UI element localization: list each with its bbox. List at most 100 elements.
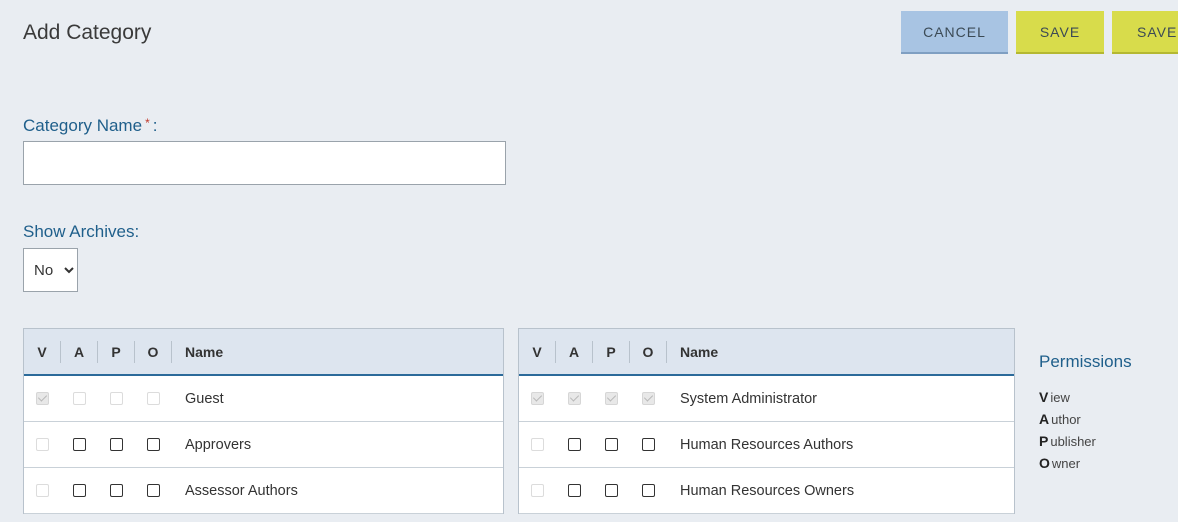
- group-name: Assessor Authors: [185, 482, 298, 499]
- legend-letter: V: [1039, 389, 1049, 405]
- permission-cell-owner: [630, 392, 667, 405]
- save-secondary-button[interactable]: SAVE: [1112, 11, 1178, 54]
- publisher-checkbox: [605, 392, 618, 405]
- label-colon: :: [152, 116, 158, 135]
- legend-title: Permissions: [1039, 352, 1132, 371]
- header-author: A: [556, 340, 593, 363]
- permission-cell-view: [24, 438, 61, 451]
- cancel-button[interactable]: CANCEL: [901, 11, 1008, 54]
- group-name: System Administrator: [680, 390, 817, 407]
- permission-cell-view: [24, 392, 61, 405]
- header-name: Name: [185, 343, 224, 360]
- permission-cell-owner: [135, 484, 172, 497]
- table-header: V A P O Name: [24, 329, 503, 376]
- group-name: Human Resources Authors: [680, 436, 854, 453]
- permission-cell-author: [61, 438, 98, 451]
- header-view: V: [519, 340, 556, 363]
- group-name: Guest: [185, 390, 224, 407]
- view-checkbox: [531, 438, 544, 451]
- owner-checkbox[interactable]: [147, 438, 160, 451]
- required-mark: *: [145, 116, 150, 130]
- author-checkbox[interactable]: [73, 484, 86, 497]
- group-name: Approvers: [185, 436, 252, 453]
- show-archives-select[interactable]: No: [23, 248, 78, 292]
- permission-cell-publisher: [593, 392, 630, 405]
- permission-cell-view: [519, 484, 556, 497]
- permissions-table-left: V A P O Name Guest Approvers Assessor Auth…: [23, 328, 504, 514]
- header-owner: O: [135, 340, 172, 363]
- header-author: A: [61, 340, 98, 363]
- author-checkbox[interactable]: [73, 438, 86, 451]
- owner-checkbox[interactable]: [147, 484, 160, 497]
- permissions-legend: Permissions View Author Publisher Owner: [1039, 352, 1132, 474]
- permission-cell-publisher: [98, 392, 135, 405]
- group-name: Human Resources Owners: [680, 482, 855, 499]
- table-row: Human Resources Authors: [519, 422, 1014, 468]
- author-checkbox[interactable]: [568, 484, 581, 497]
- table-header: V A P O Name: [519, 329, 1014, 376]
- category-name-label: Category Name *:: [23, 116, 157, 136]
- permission-cell-publisher: [98, 484, 135, 497]
- header-name: Name: [680, 343, 719, 360]
- permissions-table-right: V A P O Name System Administrator Human R…: [518, 328, 1015, 514]
- owner-checkbox[interactable]: [642, 438, 655, 451]
- owner-checkbox: [642, 392, 655, 405]
- save-button[interactable]: SAVE: [1016, 11, 1104, 54]
- table-row: Human Resources Owners: [519, 468, 1014, 514]
- view-checkbox: [531, 484, 544, 497]
- permission-cell-owner: [630, 484, 667, 497]
- view-checkbox: [36, 438, 49, 451]
- category-name-input[interactable]: [23, 141, 506, 185]
- legend-rest: iew: [1050, 390, 1070, 405]
- view-checkbox: [36, 484, 49, 497]
- legend-item: Owner: [1039, 452, 1132, 474]
- permission-cell-author: [556, 392, 593, 405]
- publisher-checkbox[interactable]: [605, 438, 618, 451]
- publisher-checkbox[interactable]: [110, 438, 123, 451]
- permission-cell-view: [519, 392, 556, 405]
- permission-cell-owner: [135, 438, 172, 451]
- legend-rest: uthor: [1051, 412, 1081, 427]
- table-row: Assessor Authors: [24, 468, 503, 514]
- permission-cell-author: [556, 438, 593, 451]
- publisher-checkbox[interactable]: [110, 484, 123, 497]
- owner-checkbox[interactable]: [642, 484, 655, 497]
- author-checkbox: [73, 392, 86, 405]
- category-name-label-text: Category Name: [23, 116, 143, 135]
- table-row: Guest: [24, 376, 503, 422]
- owner-checkbox: [147, 392, 160, 405]
- header-view: V: [24, 340, 61, 363]
- permission-cell-owner: [630, 438, 667, 451]
- legend-items: View Author Publisher Owner: [1039, 386, 1132, 474]
- legend-letter: A: [1039, 411, 1050, 427]
- permission-cell-publisher: [593, 438, 630, 451]
- legend-rest: ublisher: [1050, 434, 1096, 449]
- table-body: System Administrator Human Resources Auth…: [519, 376, 1014, 514]
- view-checkbox: [36, 392, 49, 405]
- publisher-checkbox: [110, 392, 123, 405]
- table-row: Approvers: [24, 422, 503, 468]
- legend-letter: P: [1039, 433, 1049, 449]
- permission-cell-view: [24, 484, 61, 497]
- table-row: System Administrator: [519, 376, 1014, 422]
- view-checkbox: [531, 392, 544, 405]
- legend-item: Publisher: [1039, 430, 1132, 452]
- permission-cell-author: [556, 484, 593, 497]
- permission-cell-publisher: [593, 484, 630, 497]
- legend-item: Author: [1039, 408, 1132, 430]
- author-checkbox: [568, 392, 581, 405]
- permission-cell-owner: [135, 392, 172, 405]
- publisher-checkbox[interactable]: [605, 484, 618, 497]
- legend-rest: wner: [1051, 456, 1081, 471]
- table-body: Guest Approvers Assessor Authors: [24, 376, 503, 514]
- show-archives-label: Show Archives:: [23, 222, 140, 241]
- header-owner: O: [630, 340, 667, 363]
- permission-cell-view: [519, 438, 556, 451]
- author-checkbox[interactable]: [568, 438, 581, 451]
- permission-cell-publisher: [98, 438, 135, 451]
- legend-item: View: [1039, 386, 1132, 408]
- page-title: Add Category: [23, 21, 152, 44]
- permission-cell-author: [61, 392, 98, 405]
- permission-cell-author: [61, 484, 98, 497]
- legend-letter: O: [1039, 455, 1050, 471]
